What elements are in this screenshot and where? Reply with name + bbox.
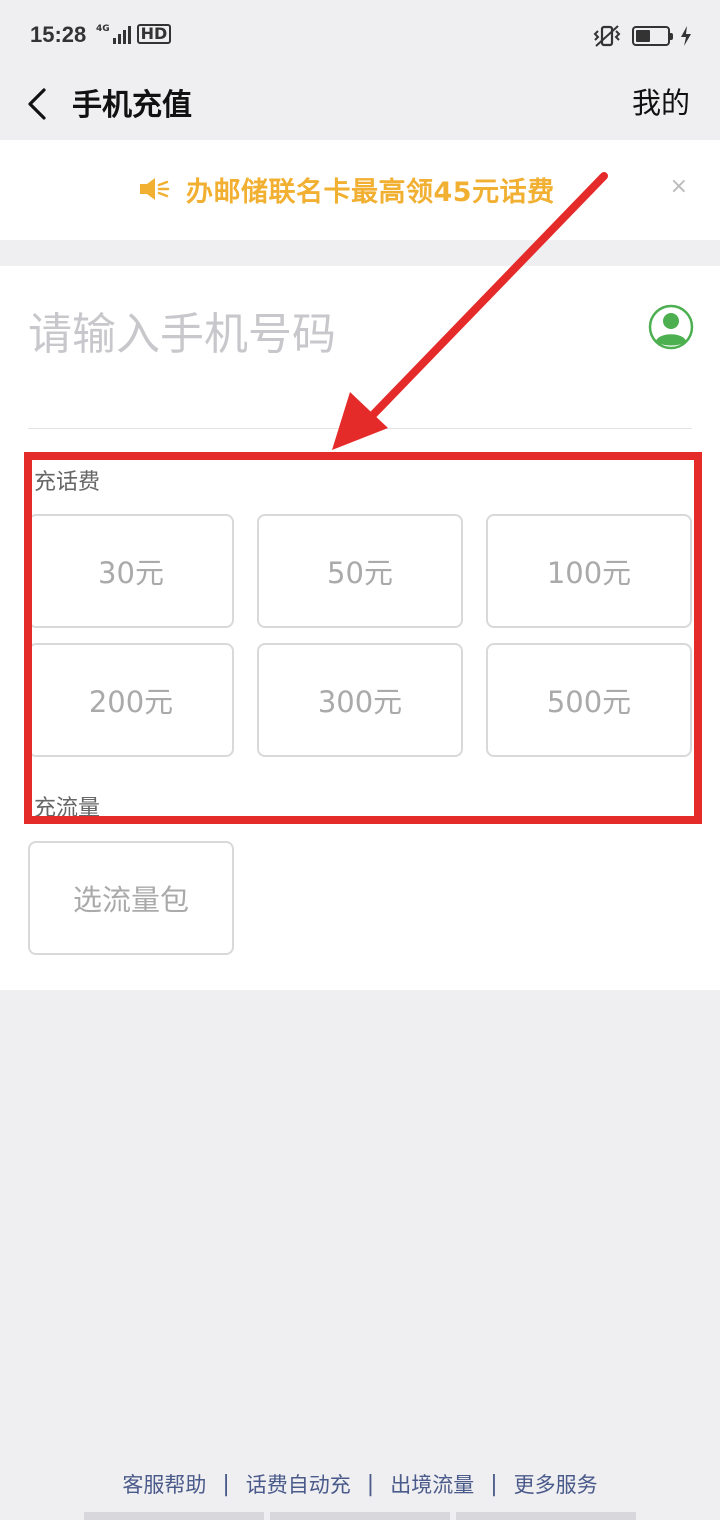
bottom-strip	[84, 1512, 636, 1520]
signal-icon: 4G HD	[96, 24, 172, 44]
footer-links: 客服帮助 | 话费自动充 | 出境流量 | 更多服务	[0, 1464, 720, 1504]
separator: |	[366, 1471, 375, 1497]
chevron-left-icon	[28, 88, 46, 120]
status-time: 15:28	[30, 22, 87, 47]
vibrate-icon	[593, 25, 621, 47]
data-section-label: 充流量	[34, 796, 101, 821]
contact-button[interactable]	[648, 304, 694, 350]
contact-icon	[648, 304, 694, 350]
footer-more-services-link[interactable]: 更多服务	[498, 1469, 614, 1499]
battery-icon	[632, 26, 673, 46]
hd-badge: HD	[136, 24, 172, 44]
back-button[interactable]	[18, 82, 62, 126]
charging-icon	[681, 26, 691, 46]
nav-bar: 手机充值 我的	[0, 76, 720, 140]
my-account-link[interactable]: 我的	[632, 80, 690, 122]
amount-option[interactable]: 300元	[257, 643, 463, 757]
amount-option[interactable]: 100元	[486, 514, 692, 628]
phone-number-input[interactable]	[28, 294, 618, 374]
footer-help-link[interactable]: 客服帮助	[106, 1469, 222, 1499]
promo-text[interactable]: 办邮储联名卡最高领45元话费	[186, 170, 555, 209]
data-package-button[interactable]: 选流量包	[28, 841, 234, 955]
recharge-card: 充话费 30元 50元 100元 200元 300元 500元 充流量 选流量包	[0, 266, 720, 990]
separator: |	[222, 1471, 230, 1497]
status-right	[592, 24, 692, 48]
amount-option[interactable]: 30元	[28, 514, 234, 628]
promo-notice: 办邮储联名卡最高领45元话费 ×	[0, 140, 720, 240]
status-bar: 15:28 4G HD	[0, 0, 720, 76]
recharge-section-label: 充话费	[34, 470, 101, 495]
amount-option[interactable]: 50元	[257, 514, 463, 628]
network-type: 4G	[96, 24, 110, 34]
amount-option[interactable]: 200元	[28, 643, 234, 757]
footer-roaming-data-link[interactable]: 出境流量	[374, 1469, 490, 1499]
speaker-icon	[140, 178, 170, 200]
footer-auto-recharge-link[interactable]: 话费自动充	[230, 1469, 367, 1499]
page-title: 手机充值	[72, 88, 192, 123]
amount-option[interactable]: 500元	[486, 643, 692, 757]
separator: |	[490, 1471, 498, 1497]
divider	[28, 428, 692, 429]
close-icon[interactable]: ×	[670, 174, 688, 199]
